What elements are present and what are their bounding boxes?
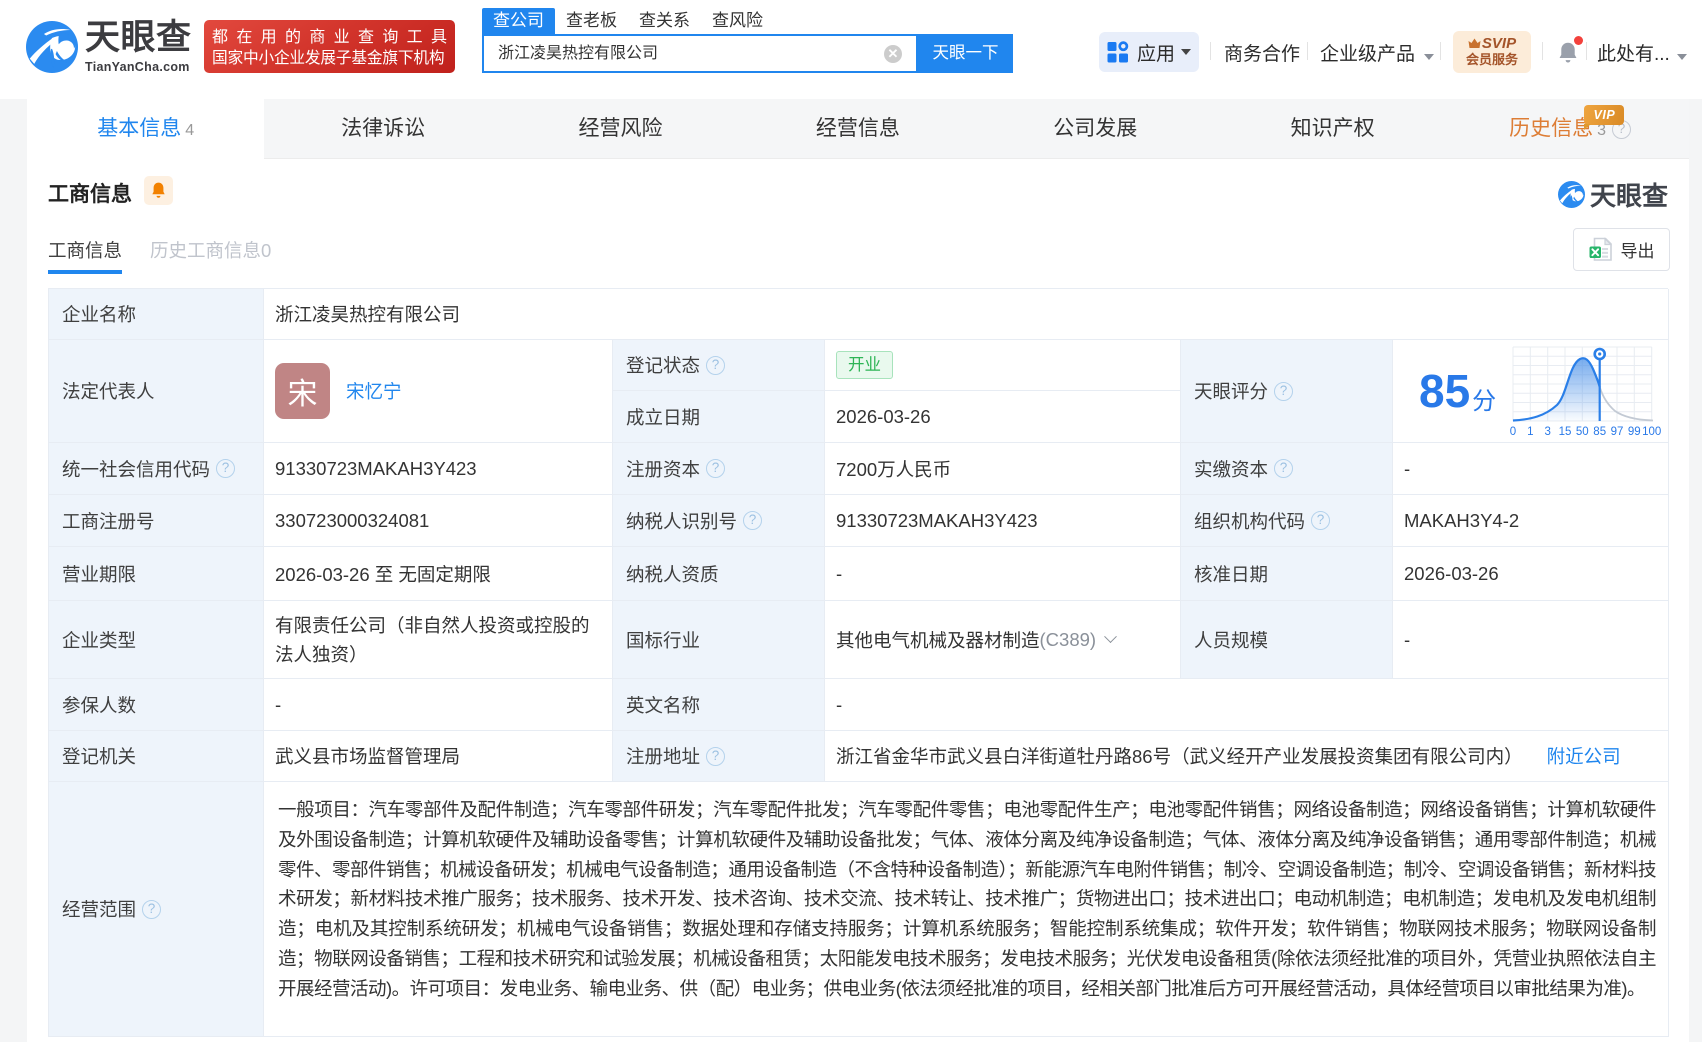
svg-text:97: 97 [1611,426,1624,437]
svg-text:50: 50 [1576,426,1589,437]
svg-text:1: 1 [1527,426,1533,437]
svg-text:0: 0 [1510,426,1516,437]
svg-text:15: 15 [1559,426,1572,437]
svg-text:3: 3 [1545,426,1551,437]
svg-text:99: 99 [1628,426,1641,437]
svg-text:100: 100 [1642,426,1661,437]
svg-text:85: 85 [1593,426,1606,437]
